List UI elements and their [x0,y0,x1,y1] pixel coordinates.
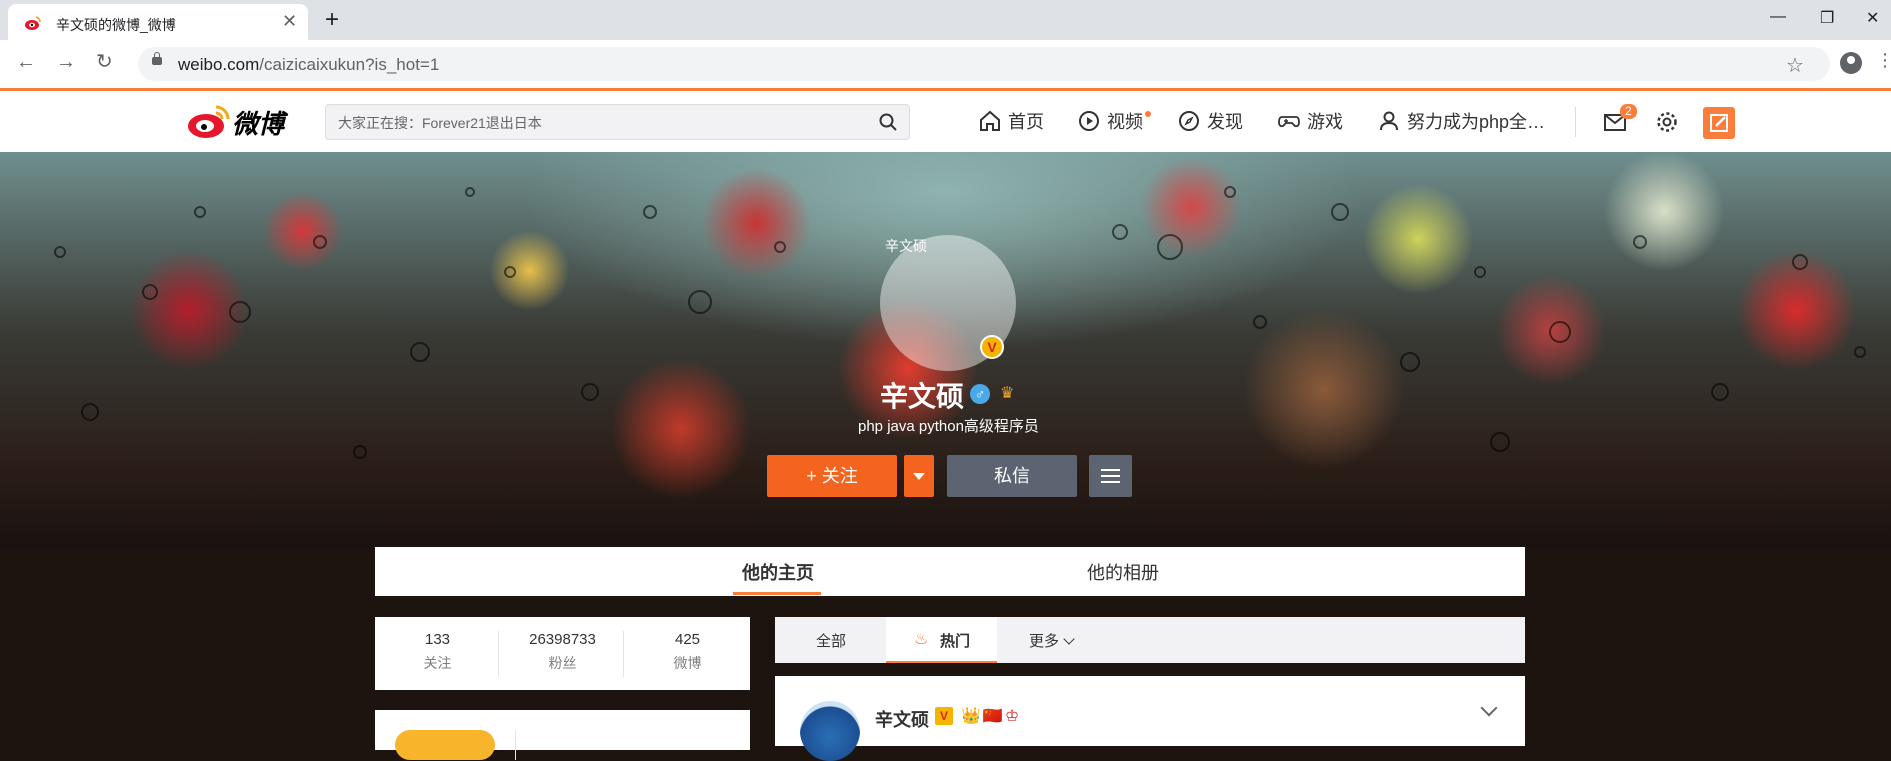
profile-bio: php java python高级程序员 [858,418,1039,435]
menu-icon-line [1101,475,1120,477]
stat-following[interactable]: 133 关注 [375,631,500,673]
logo-text[interactable]: 微博 [232,104,284,141]
more-menu-button[interactable] [1089,455,1132,497]
compose-button[interactable] [1703,107,1735,139]
profile-tabs: 他的主页 他的相册 [375,547,1525,596]
crown-icon: ♛ [1000,385,1015,402]
search-placeholder: 大家正在搜：Forever21退出日本 [338,115,542,131]
stat-divider [498,631,499,677]
nav-games-label: 游戏 [1307,112,1343,132]
message-button[interactable]: 私信 [947,455,1077,497]
search-input[interactable]: 大家正在搜：Forever21退出日本 [325,104,910,140]
male-icon: ♂ [970,384,990,404]
fire-icon: ♨ [914,631,929,648]
verified-badge-icon: V [980,335,1004,359]
bookmark-star-icon[interactable]: ☆ [1786,53,1804,78]
header-divider [1575,107,1576,137]
avatar-alt-text: 辛文硕 [885,238,927,254]
message-count-badge: 2 [1620,104,1637,119]
stat-followers[interactable]: 26398733 粉丝 [500,631,625,673]
nav-discover[interactable]: 发现 [1177,107,1243,135]
follow-button[interactable]: + 关注 [767,455,897,497]
stat-label: 关注 [423,655,452,671]
profile-avatar-icon[interactable] [1840,52,1862,74]
stat-label: 粉丝 [548,655,577,671]
reload-icon[interactable]: ↻ [96,52,113,72]
post-author[interactable]: 辛文硕 [875,706,929,732]
chevron-down-icon [1063,633,1075,645]
compass-icon [1179,111,1199,131]
weibo-logo-icon[interactable] [186,101,232,141]
lock-icon [152,52,162,65]
nav-user[interactable]: 努力成为php全… [1377,107,1545,135]
filter-more[interactable]: 更多 [1029,630,1075,651]
nav-games[interactable]: 游戏 [1277,107,1343,135]
side-card-divider [515,730,516,760]
new-tab-icon[interactable]: + [325,6,339,34]
search-icon[interactable] [879,113,897,131]
browser-toolbar: ← → ↻ weibo.com/caizicaixukun?is_hot=1 ☆… [0,40,1891,88]
tab-title: 辛文硕的微博_微博 [56,17,176,33]
gamepad-icon [1278,116,1300,128]
post-menu-chevron-icon[interactable] [1480,699,1498,717]
tab-home[interactable]: 他的主页 [742,559,814,585]
post-verified-icon: V [935,707,953,725]
active-tab-underline [733,592,821,595]
post-avatar[interactable] [800,701,860,761]
post-card: 辛文硕 V 👑🇨🇳♔ [775,676,1525,761]
user-icon [1380,111,1398,131]
browser-menu-icon[interactable]: ⋮ [1876,50,1891,71]
restore-icon[interactable]: ❐ [1820,8,1834,28]
home-icon [980,110,1000,131]
stat-value: 26398733 [529,631,596,648]
minimize-icon[interactable]: — [1770,8,1786,26]
back-icon[interactable]: ← [16,52,36,72]
forward-icon[interactable]: → [56,52,76,72]
browser-tab[interactable]: 辛文硕的微博_微博 ✕ [8,4,308,40]
menu-icon [1101,469,1120,471]
level-pill[interactable] [395,730,495,760]
stats-card: 133 关注 26398733 粉丝 425 微博 [375,617,750,690]
tab-album[interactable]: 他的相册 [1087,559,1159,585]
stat-posts[interactable]: 425 微博 [625,631,750,673]
nav-home[interactable]: 首页 [978,107,1044,135]
stat-divider [623,631,624,677]
weibo-favicon-icon [25,16,41,30]
filter-all[interactable]: 全部 [816,630,846,651]
window-close-icon[interactable]: ✕ [1866,8,1879,28]
menu-icon-line [1101,481,1120,483]
video-notify-dot [1145,111,1151,117]
follow-dropdown-button[interactable] [904,455,934,497]
stat-value: 425 [674,631,701,648]
nav-video[interactable]: 视频 [1077,107,1143,135]
video-icon [1079,111,1099,131]
url-text: weibo.com/caizicaixukun?is_hot=1 [178,55,440,74]
weibo-header: 微博 大家正在搜：Forever21退出日本 首页 视频 发现 游戏 努力成为p… [0,88,1891,152]
gear-icon[interactable] [1655,110,1679,134]
stat-value: 133 [424,631,451,648]
nav-video-label: 视频 [1107,112,1143,132]
address-bar[interactable]: weibo.com/caizicaixukun?is_hot=1 ☆ [138,47,1830,81]
close-tab-icon[interactable]: ✕ [282,12,297,30]
nav-discover-label: 发现 [1207,112,1243,132]
nav-home-label: 首页 [1008,112,1044,132]
side-card [375,710,750,760]
browser-tabstrip: 辛文硕的微博_微博 ✕ + — ❐ ✕ [0,0,1891,40]
profile-name: 辛文硕 [880,381,965,412]
nav-user-label: 努力成为php全… [1407,112,1546,132]
feed-filter: 全部 ♨ 热门 更多 [775,617,1525,663]
filter-more-label: 更多 [1029,633,1060,650]
edit-icon [1710,114,1728,132]
filter-hot-label: 热门 [940,633,971,650]
stat-label: 微博 [673,655,702,671]
filter-hot[interactable]: ♨ 热门 [886,617,997,663]
post-badges-icon: 👑🇨🇳♔ [961,708,1022,725]
